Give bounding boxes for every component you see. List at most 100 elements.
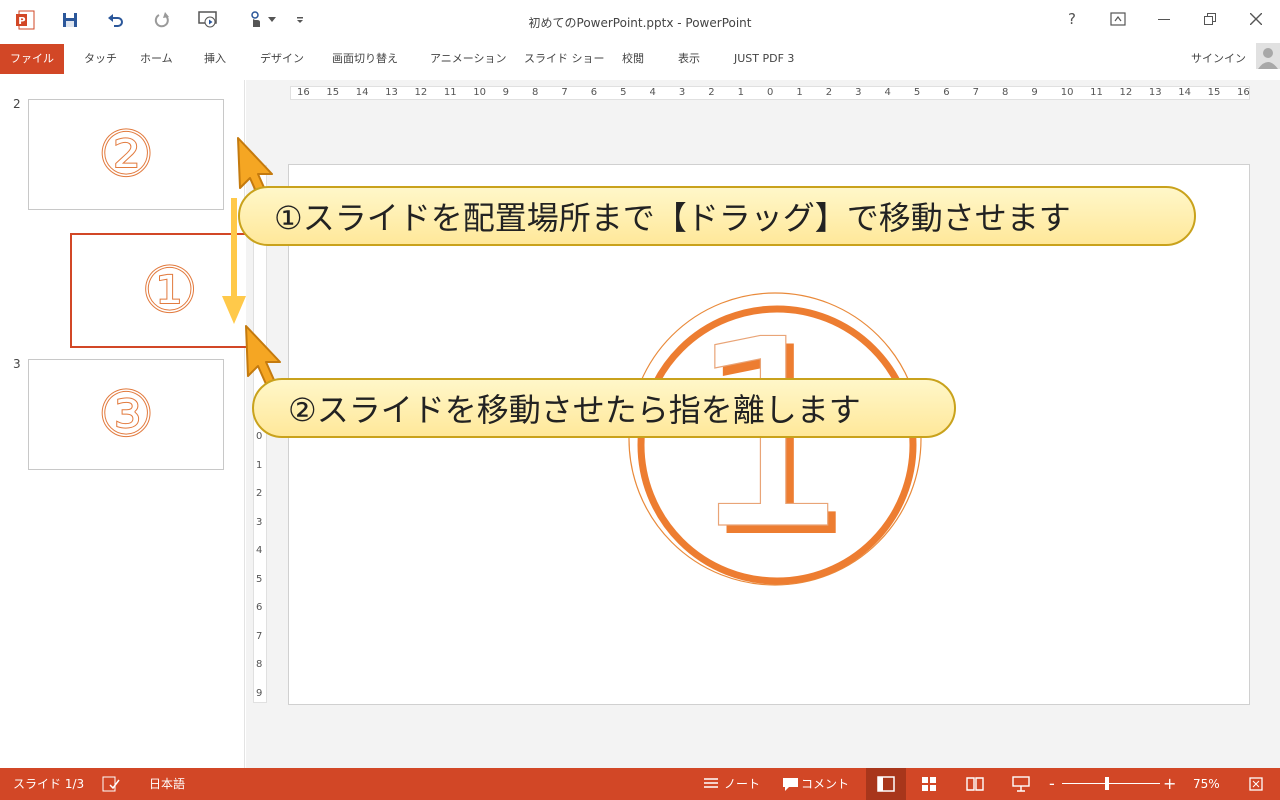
- ribbon-display-options-icon[interactable]: [1100, 6, 1136, 32]
- svg-text:P: P: [18, 16, 25, 27]
- ruler-tick-label: 12: [1119, 87, 1133, 98]
- ruler-tick-label: 15: [326, 87, 340, 98]
- ruler-tick-label: 3: [678, 87, 686, 98]
- tab-transitions[interactable]: 画面切り替え: [322, 44, 408, 74]
- tab-touch[interactable]: タッチ: [74, 44, 127, 74]
- ruler-tick-label: 16: [297, 87, 310, 98]
- pointer-cursor-icon: [245, 325, 281, 385]
- tab-design[interactable]: デザイン: [250, 44, 314, 74]
- ruler-tick-label: 14: [1178, 87, 1191, 98]
- horizontal-ruler: 16 15 14 13 12 11 10 9 8 7 6 5 4 3 2 1 0 1 2 3 4 5 6 7 8 9 10 11 12 1…: [290, 86, 1250, 100]
- thumbnail-number-2: 2: [13, 97, 21, 111]
- comments-button[interactable]: コメント: [801, 768, 849, 800]
- signin-link[interactable]: サインイン: [1191, 50, 1246, 66]
- ruler-tick-label: 5: [620, 87, 627, 98]
- ruler-tick-label: 10: [1060, 87, 1074, 98]
- step2-callout: ②スライドを移動させたら指を離します: [252, 378, 956, 438]
- tab-slideshow[interactable]: スライド ショー: [514, 44, 615, 74]
- tab-insert[interactable]: 挿入: [194, 44, 236, 74]
- tab-view[interactable]: 表示: [668, 44, 710, 74]
- slide-thumbnail-3[interactable]: ③: [28, 359, 224, 470]
- ruler-tick-label: 16: [1237, 87, 1250, 98]
- ruler-tick-label: 6: [256, 602, 263, 613]
- fit-to-window-icon[interactable]: [1246, 774, 1266, 794]
- ruler-tick-label: 1: [256, 459, 263, 471]
- close-icon[interactable]: [1238, 6, 1274, 32]
- ruler-tick-label: 9: [256, 687, 263, 699]
- title-bar: P 初めてのPowerPoint.pptx - PowerPoint ?: [0, 0, 1280, 40]
- zoom-slider-thumb[interactable]: [1105, 777, 1110, 790]
- language-indicator[interactable]: 日本語: [149, 768, 185, 800]
- ruler-tick-label: 5: [256, 573, 263, 585]
- thumbnail-glyph: ③: [97, 377, 155, 452]
- notes-icon[interactable]: [703, 774, 719, 794]
- tab-review[interactable]: 校閲: [612, 44, 654, 74]
- tab-just-pdf[interactable]: JUST PDF 3: [724, 44, 804, 74]
- reading-view-icon[interactable]: [964, 774, 986, 794]
- ruler-tick-label: 2: [825, 87, 833, 98]
- ruler-tick-label: 11: [1090, 87, 1103, 98]
- ruler-tick-label: 6: [590, 87, 598, 98]
- restore-icon[interactable]: [1192, 6, 1228, 32]
- slide-sorter-icon[interactable]: [918, 774, 940, 794]
- tab-animations[interactable]: アニメーション: [420, 44, 517, 74]
- spell-check-icon[interactable]: [100, 774, 122, 794]
- thumbnail-glyph: ②: [97, 117, 155, 192]
- ribbon-tabs: ファイル タッチ ホーム 挿入 デザイン 画面切り替え アニメーション スライド…: [0, 44, 1280, 74]
- minimize-icon[interactable]: [1146, 6, 1182, 32]
- ruler-tick-label: 8: [532, 87, 539, 98]
- slideshow-from-start-icon[interactable]: [196, 8, 220, 32]
- ruler-tick-label: 9: [1031, 87, 1038, 98]
- ruler-tick-label: 2: [256, 488, 263, 499]
- ruler-tick-label: 1: [737, 87, 744, 98]
- ruler-tick-label: 4: [884, 87, 891, 98]
- ruler-tick-label: 4: [256, 545, 263, 556]
- slideshow-view-icon[interactable]: [1010, 774, 1032, 794]
- ruler-tick-label: 4: [649, 87, 656, 98]
- thumbnail-number-3: 3: [13, 357, 21, 371]
- ruler-tick-label: 7: [561, 87, 568, 98]
- tab-file[interactable]: ファイル: [0, 44, 64, 74]
- slide-indicator: スライド 1/3: [13, 777, 85, 791]
- ruler-tick-label: 7: [256, 630, 263, 642]
- ruler-tick-label: 15: [1207, 87, 1221, 98]
- help-button[interactable]: ?: [1054, 6, 1090, 32]
- avatar[interactable]: [1256, 43, 1280, 69]
- comment-icon[interactable]: [782, 774, 798, 794]
- ruler-tick-label: 8: [256, 659, 263, 670]
- undo-icon[interactable]: [104, 8, 128, 32]
- thumbnail-glyph: ①: [140, 253, 199, 328]
- zoom-out-button[interactable]: -: [1049, 768, 1055, 800]
- slide-thumbnail-2[interactable]: ②: [28, 99, 224, 210]
- ruler-tick-label: 14: [355, 87, 369, 98]
- save-icon[interactable]: [58, 8, 82, 32]
- ruler-tick-label: 3: [855, 87, 862, 98]
- chevron-down-icon[interactable]: [265, 8, 279, 32]
- ruler-tick-label: 11: [443, 87, 457, 98]
- ruler-tick-label: 3: [256, 516, 263, 528]
- ruler-tick-label: 0: [767, 87, 774, 98]
- normal-view-icon[interactable]: [866, 768, 906, 800]
- ruler-tick-label: 13: [1148, 87, 1162, 98]
- ruler-tick-label: 6: [943, 87, 950, 98]
- ruler-tick-label: 9: [502, 87, 509, 98]
- tab-home[interactable]: ホーム: [130, 44, 183, 74]
- redo-icon[interactable]: [150, 8, 174, 32]
- ruler-tick-label: 7: [972, 87, 979, 98]
- ruler-tick-label: 8: [1002, 87, 1009, 98]
- zoom-level[interactable]: 75%: [1193, 768, 1220, 800]
- customize-qat-icon[interactable]: [290, 8, 310, 32]
- ruler-tick-label: 1: [796, 87, 803, 98]
- ruler-tick-label: 2: [708, 87, 715, 98]
- zoom-in-button[interactable]: +: [1163, 768, 1176, 800]
- ruler-tick-label: 12: [414, 87, 428, 98]
- status-bar: スライド 1/3 日本語 ノート コメント - + 75%: [0, 768, 1280, 800]
- step1-callout: ①スライドを配置場所まで【ドラッグ】で移動させます: [238, 186, 1196, 246]
- powerpoint-logo-icon: P: [13, 8, 37, 32]
- ruler-tick-label: 5: [913, 87, 921, 98]
- ruler-tick-label: 0: [256, 431, 263, 442]
- ruler-tick-label: 13: [385, 87, 398, 98]
- notes-button[interactable]: ノート: [724, 768, 760, 800]
- ruler-tick-label: 10: [473, 87, 486, 98]
- zoom-slider-track[interactable]: [1062, 783, 1160, 784]
